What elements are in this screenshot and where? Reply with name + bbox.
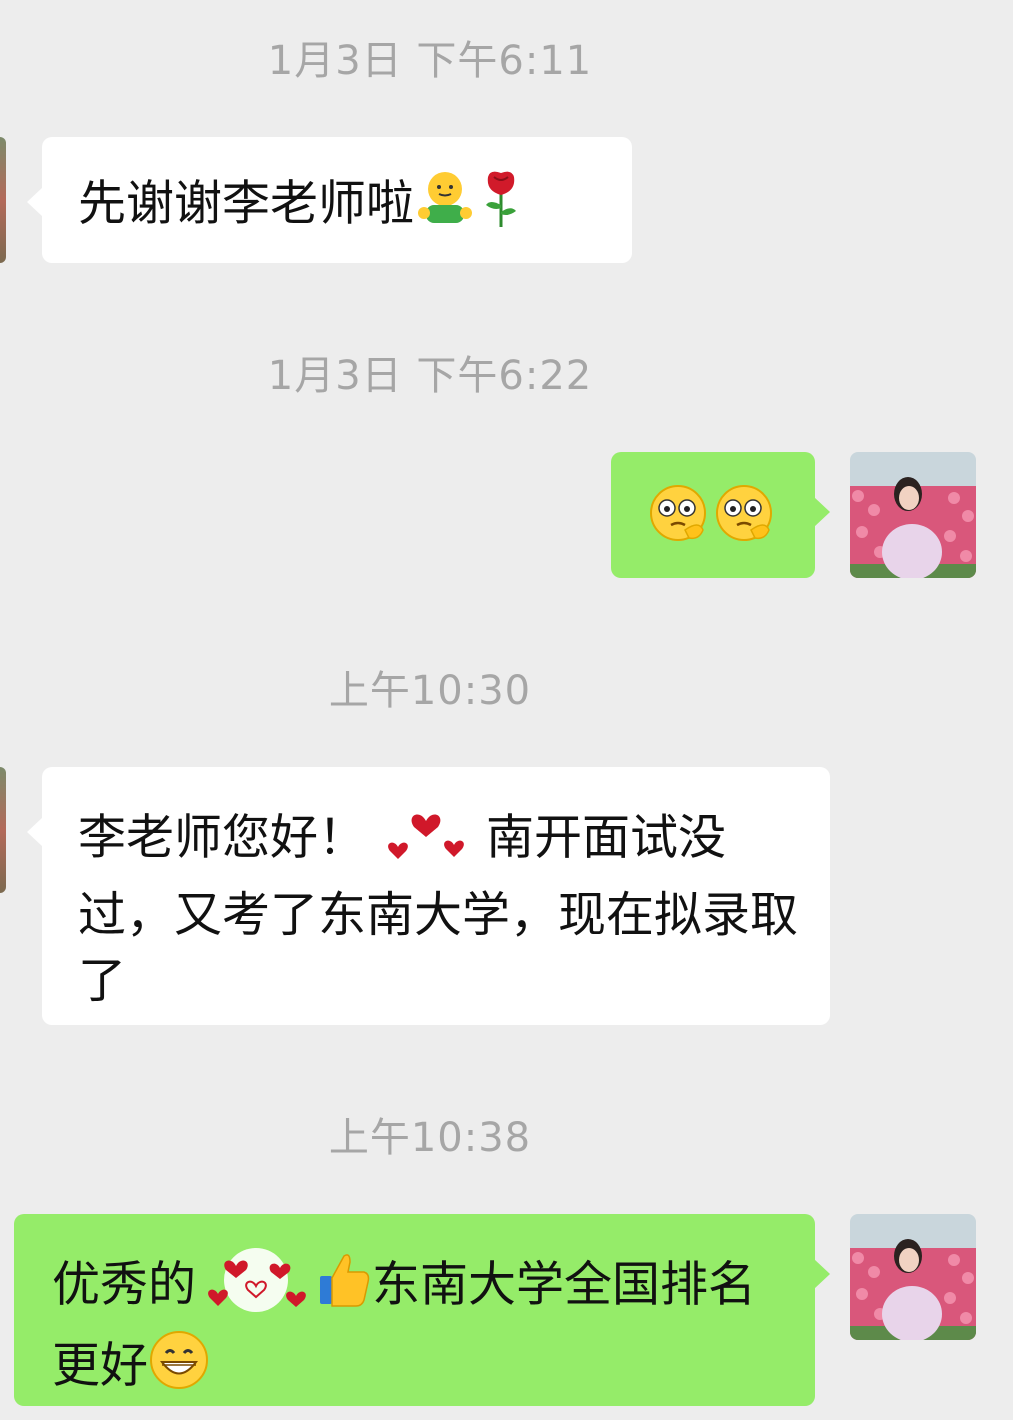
contact-avatar[interactable] bbox=[0, 767, 6, 893]
message-timestamp: 1月3日 下午6:11 bbox=[267, 38, 593, 84]
message-text: 李老师您好！ bbox=[78, 809, 367, 866]
thinking-face-emoji bbox=[645, 480, 711, 563]
user-avatar[interactable] bbox=[850, 1214, 976, 1340]
hearts-sticker bbox=[196, 1246, 316, 1329]
thinking-face-emoji bbox=[711, 480, 777, 563]
message-bubble[interactable]: 先谢谢李老师啦 bbox=[27, 137, 632, 263]
rose-emoji bbox=[476, 167, 526, 246]
grin-emoji bbox=[148, 1329, 210, 1408]
thumbs-up-emoji bbox=[316, 1248, 372, 1327]
message-bubble[interactable] bbox=[611, 452, 830, 578]
user-avatar[interactable] bbox=[850, 452, 976, 578]
hearts-sticker bbox=[366, 799, 486, 882]
message-timestamp: 上午10:30 bbox=[328, 668, 532, 714]
message-bubble[interactable]: 李老师您好！ 南开面试没过，又考了东南大学，现在拟录取了 bbox=[27, 767, 830, 1025]
contact-avatar[interactable] bbox=[0, 137, 6, 263]
message-bubble[interactable]: 优秀的 东南大学全国排名更好 bbox=[14, 1214, 830, 1408]
message-timestamp: 1月3日 下午6:22 bbox=[267, 353, 593, 399]
hug-emoji bbox=[414, 167, 476, 246]
message-timestamp: 上午10:38 bbox=[328, 1115, 532, 1161]
message-text: 先谢谢李老师啦 bbox=[78, 175, 415, 232]
message-text: 优秀的 bbox=[52, 1256, 197, 1313]
